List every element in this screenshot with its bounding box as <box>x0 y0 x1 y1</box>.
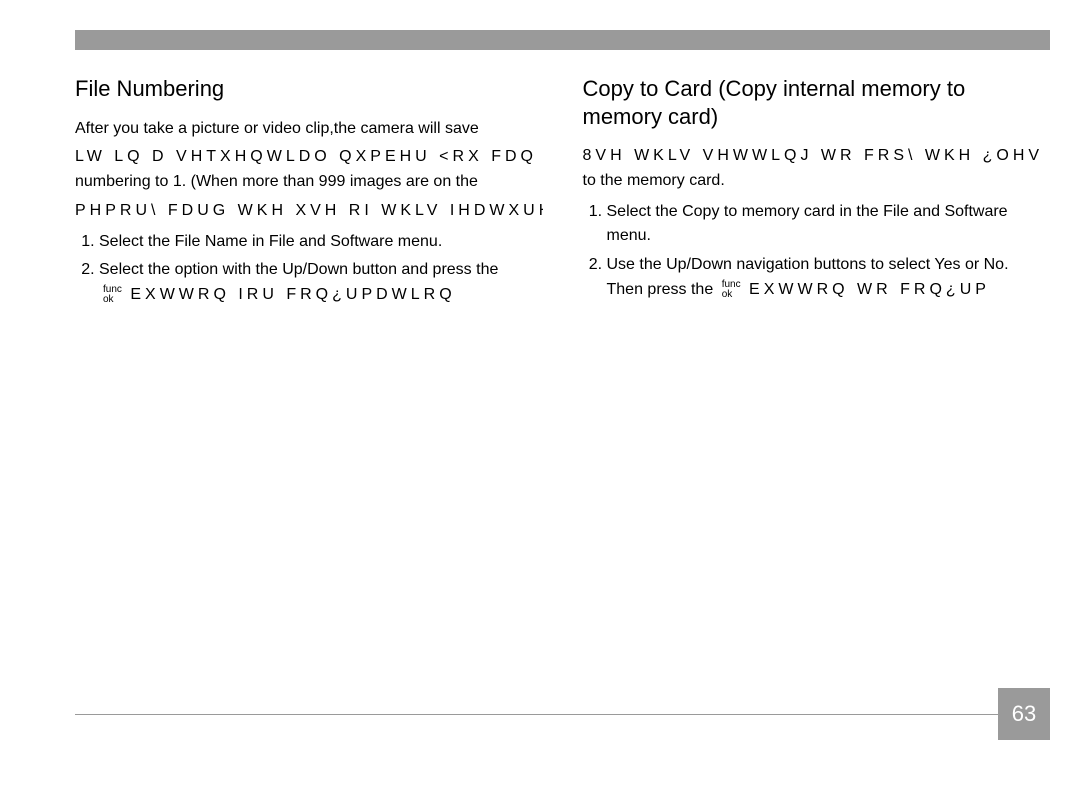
left-step-2: Select the option with the Up/Down butto… <box>99 258 543 308</box>
footer-rule <box>75 714 998 715</box>
left-step-2-text: Select the option with the Up/Down butto… <box>99 261 498 278</box>
page-number: 63 <box>998 688 1050 740</box>
content-columns: File Numbering After you take a picture … <box>75 75 1050 312</box>
right-step-2-text-a: Use the Up/Down navigation buttons to se… <box>607 256 1009 273</box>
manual-page: File Numbering After you take a picture … <box>0 0 1080 785</box>
right-garbled-1: 8VH WKLV VHWWLQJ WR FRS\ WKH ¿OHV <box>583 144 1051 169</box>
right-steps: Select the Copy to memory card in the Fi… <box>583 200 1051 303</box>
left-p2: numbering to 1. (When more than 999 imag… <box>75 170 543 195</box>
right-heading: Copy to Card (Copy internal memory to me… <box>583 75 1051 130</box>
left-steps: Select the File Name in File and Softwar… <box>75 230 543 308</box>
right-step-2-garbled: EXWWRQ WR FRQ¿UP <box>749 281 990 298</box>
header-bar <box>75 30 1050 50</box>
right-step-2-text-b: Then press the <box>607 281 714 298</box>
left-step-1: Select the File Name in File and Softwar… <box>99 230 543 255</box>
left-step-2-garbled: EXWWRQ IRU FRQ¿UPDWLRQ <box>130 286 455 303</box>
right-p1: to the memory card. <box>583 169 1051 194</box>
left-heading: File Numbering <box>75 75 543 103</box>
func-ok-icon: func ok <box>103 285 122 305</box>
right-column: Copy to Card (Copy internal memory to me… <box>583 75 1051 312</box>
func-ok-icon: func ok <box>722 280 741 300</box>
right-step-1: Select the Copy to memory card in the Fi… <box>607 200 1051 250</box>
left-column: File Numbering After you take a picture … <box>75 75 543 312</box>
ok-label: ok <box>722 290 741 300</box>
left-garbled-1: LW LQ D VHTXHQWLDO QXPEHU <RX FDQ XVH WK… <box>75 145 543 170</box>
ok-label: ok <box>103 295 122 305</box>
left-p1: After you take a picture or video clip,t… <box>75 117 543 142</box>
right-step-2: Use the Up/Down navigation buttons to se… <box>607 253 1051 303</box>
left-garbled-2: PHPRU\ FDUG WKH XVH RI WKLV IHDWXUH ZLOO… <box>75 199 543 224</box>
